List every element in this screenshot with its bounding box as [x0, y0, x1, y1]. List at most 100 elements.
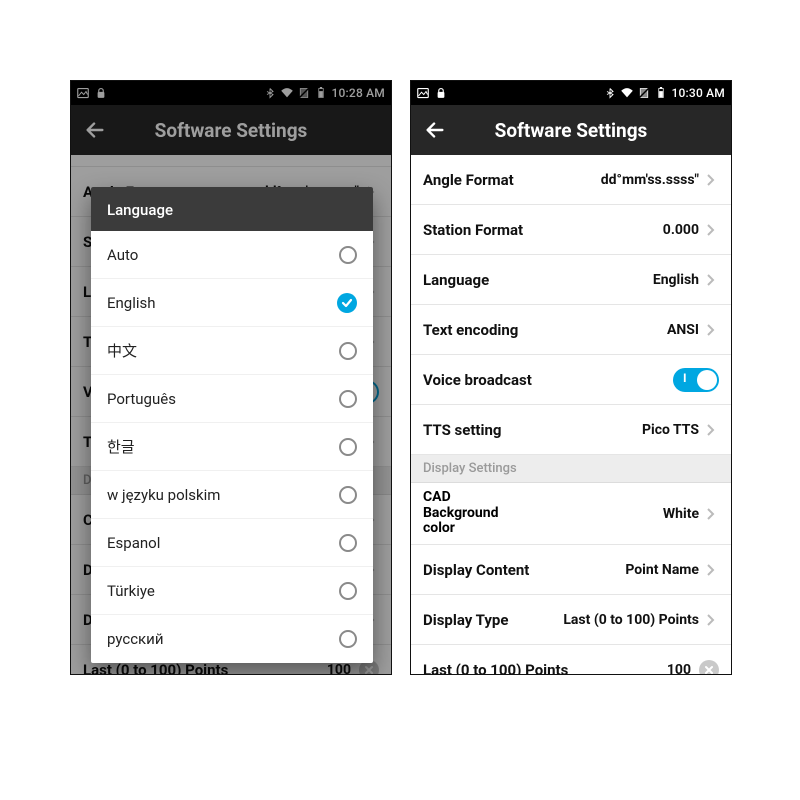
- setting-label: TTS setting: [423, 421, 501, 439]
- chevron-right-icon: [705, 223, 719, 237]
- setting-label: Last (0 to 100) Points: [423, 661, 568, 675]
- setting-label: Station Format: [423, 221, 523, 239]
- chevron-right-icon: [705, 173, 719, 187]
- clear-icon[interactable]: [699, 660, 719, 675]
- language-option--[interactable]: русский: [91, 615, 373, 663]
- setting-row-display-type[interactable]: Display Type Last (0 to 100) Points: [411, 595, 731, 645]
- bluetooth-icon: [604, 87, 616, 99]
- dialog-title: Language: [91, 187, 373, 231]
- setting-value: Pico TTS: [642, 422, 699, 438]
- setting-label: Text encoding: [423, 321, 518, 339]
- setting-row-text-encoding[interactable]: Text encoding ANSI: [411, 305, 731, 355]
- status-time: 10:30 AM: [672, 86, 725, 100]
- language-option-auto[interactable]: Auto: [91, 231, 373, 279]
- setting-value: White: [663, 506, 699, 522]
- option-label: Türkiye: [107, 582, 155, 600]
- language-option-espanol[interactable]: Espanol: [91, 519, 373, 567]
- setting-value: 100: [327, 662, 351, 675]
- language-dialog: Language Auto English 中文 Português 한글 w język…: [91, 187, 373, 663]
- status-left-icons: [417, 87, 447, 99]
- phone-right: 10:30 AM Software Settings Angle Format d…: [410, 80, 732, 675]
- bluetooth-icon: [264, 87, 276, 99]
- setting-value: 0.000: [663, 222, 699, 238]
- setting-value: English: [653, 272, 699, 288]
- lock-icon: [95, 87, 107, 99]
- option-label: 한글: [107, 436, 135, 457]
- status-right-icons: 10:28 AM: [264, 86, 385, 100]
- status-right-icons: 10:30 AM: [604, 86, 725, 100]
- radio-icon: [339, 582, 357, 600]
- chevron-right-icon: [705, 323, 719, 337]
- image-icon: [417, 87, 429, 99]
- option-label: Auto: [107, 246, 138, 264]
- radio-icon: [339, 438, 357, 456]
- radio-icon: [339, 486, 357, 504]
- setting-row-display-content[interactable]: Display Content Point Name: [411, 545, 731, 595]
- page-title: Software Settings: [449, 119, 693, 142]
- sim-off-icon: [638, 87, 650, 99]
- display-settings-section: Display Settings: [411, 455, 731, 483]
- phone-left: 10:28 AM Software Settings Distance Unit…: [70, 80, 392, 675]
- check-icon: [337, 293, 357, 313]
- title-bar: Software Settings: [71, 105, 391, 155]
- title-bar: Software Settings: [411, 105, 731, 155]
- lock-icon: [435, 87, 447, 99]
- option-label: Português: [107, 390, 176, 408]
- status-bar: 10:30 AM: [411, 81, 731, 105]
- radio-icon: [339, 390, 357, 408]
- radio-icon: [339, 342, 357, 360]
- language-option-english[interactable]: English: [91, 279, 373, 327]
- option-label: w języku polskim: [107, 486, 220, 504]
- chevron-right-icon: [705, 563, 719, 577]
- language-option--[interactable]: 한글: [91, 423, 373, 471]
- radio-icon: [339, 534, 357, 552]
- setting-row-station-format[interactable]: Station Format 0.000: [411, 205, 731, 255]
- back-button[interactable]: [421, 119, 449, 141]
- setting-row-angle-format[interactable]: Angle Format dd°mm'ss.ssss": [411, 155, 731, 205]
- setting-label: Voice broadcast: [423, 371, 532, 389]
- setting-row-distance-unit[interactable]: Distance UnitMeter: [71, 155, 391, 167]
- option-label: 中文: [107, 340, 137, 361]
- language-option-portugu-s[interactable]: Português: [91, 375, 373, 423]
- setting-row-last-points[interactable]: Last (0 to 100) Points 100: [411, 645, 731, 674]
- setting-label: Angle Format: [423, 171, 514, 189]
- sim-off-icon: [298, 87, 310, 99]
- language-option-t-rkiye[interactable]: Türkiye: [91, 567, 373, 615]
- battery-icon: [315, 87, 327, 99]
- chevron-right-icon: [705, 613, 719, 627]
- battery-icon: [655, 87, 667, 99]
- settings-list[interactable]: Angle Format dd°mm'ss.ssss" Station Format…: [411, 155, 731, 674]
- chevron-right-icon: [705, 507, 719, 521]
- option-label: русский: [107, 630, 163, 648]
- setting-value: Point Name: [625, 562, 699, 578]
- image-icon: [77, 87, 89, 99]
- status-left-icons: [77, 87, 107, 99]
- setting-row-voice-broadcast[interactable]: Voice broadcast I: [411, 355, 731, 405]
- setting-label: Display Content: [423, 561, 529, 579]
- radio-icon: [339, 246, 357, 264]
- page-title: Software Settings: [109, 119, 353, 142]
- radio-icon: [339, 630, 357, 648]
- setting-label: CADBackgroundcolor: [423, 490, 498, 536]
- language-option-w-j-zyku-polskim[interactable]: w języku polskim: [91, 471, 373, 519]
- option-label: Espanol: [107, 534, 160, 552]
- setting-row-language[interactable]: Language English: [411, 255, 731, 305]
- setting-row-tts-setting[interactable]: TTS setting Pico TTS: [411, 405, 731, 455]
- setting-value: 100: [667, 662, 691, 675]
- chevron-right-icon: [705, 423, 719, 437]
- wifi-icon: [281, 87, 293, 99]
- page-stage: 10:28 AM Software Settings Distance Unit…: [0, 0, 800, 800]
- wifi-icon: [621, 87, 633, 99]
- language-option--[interactable]: 中文: [91, 327, 373, 375]
- status-bar: 10:28 AM: [71, 81, 391, 105]
- setting-value: Last (0 to 100) Points: [563, 612, 699, 628]
- setting-label: Language: [423, 271, 489, 289]
- setting-row-cad-background-color[interactable]: CADBackgroundcolor White: [411, 483, 731, 545]
- back-button[interactable]: [81, 119, 109, 141]
- option-label: English: [107, 294, 156, 312]
- setting-value: ANSI: [667, 322, 699, 338]
- setting-label: Display Type: [423, 611, 508, 629]
- toggle-switch[interactable]: I: [673, 368, 719, 392]
- setting-value: dd°mm'ss.ssss": [601, 172, 699, 188]
- chevron-right-icon: [705, 273, 719, 287]
